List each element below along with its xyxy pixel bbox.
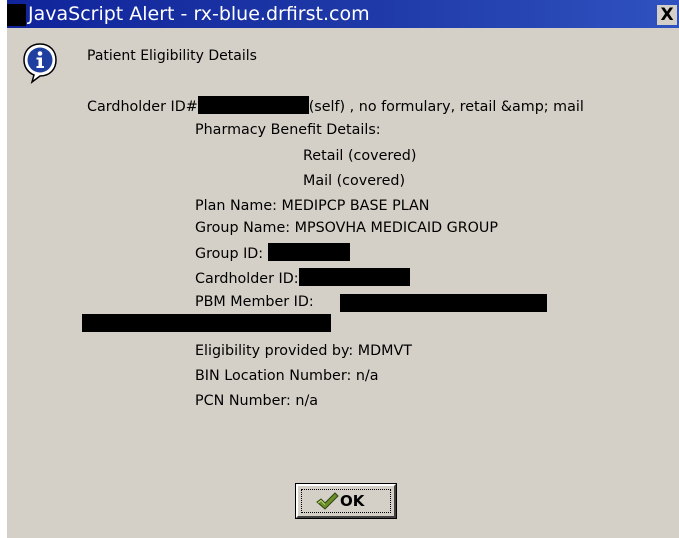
bin-location-number: BIN Location Number: n/a	[195, 368, 379, 384]
ok-button[interactable]: OK	[295, 483, 397, 519]
pharmacy-benefit-label: Pharmacy Benefit Details:	[195, 122, 381, 138]
pbm-member-id-label: PBM Member ID:	[195, 294, 314, 310]
benefit-retail: Retail (covered)	[303, 148, 417, 164]
plan-name: Plan Name: MEDIPCP BASE PLAN	[195, 198, 430, 214]
benefit-mail: Mail (covered)	[303, 173, 406, 189]
check-hand-icon	[316, 492, 339, 510]
group-name: Group Name: MPSOVHA MEDICAID GROUP	[195, 220, 498, 236]
pcn-number: PCN Number: n/a	[195, 393, 319, 409]
group-id-line: Group ID:	[195, 243, 350, 264]
group-id-label: Group ID:	[195, 246, 264, 262]
title-bar[interactable]: JavaScript Alert - rx-blue.drfirst.com X	[7, 0, 679, 28]
redacted-group-id	[267, 243, 350, 261]
pbm-member-id-line: PBM Member ID:	[195, 293, 314, 312]
window-menu-icon[interactable]	[7, 4, 26, 26]
info-icon	[23, 43, 57, 84]
redacted-cardholder-id	[197, 96, 309, 114]
cardholder-suffix: (self) , no formulary, retail &amp; mail	[308, 99, 584, 115]
redacted-pbm-member-id-continued	[82, 314, 331, 332]
cardholder-summary-line: Cardholder ID# (self) , no formulary, ret…	[87, 96, 584, 117]
ok-label: OK	[340, 492, 365, 510]
dialog-heading: Patient Eligibility Details	[87, 48, 257, 64]
window-title: JavaScript Alert - rx-blue.drfirst.com	[28, 3, 370, 25]
cardholder-prefix: Cardholder ID#	[87, 99, 198, 115]
redacted-pbm-member-id	[340, 294, 547, 312]
cardholder-id-label: Cardholder ID:	[195, 271, 299, 287]
alert-window: JavaScript Alert - rx-blue.drfirst.com X…	[7, 0, 679, 538]
redacted-cardholder-id-2	[298, 268, 410, 286]
eligibility-provided-by: Eligibility provided by: MDMVT	[195, 343, 412, 359]
close-button[interactable]: X	[657, 5, 677, 25]
cardholder-id-line: Cardholder ID:	[195, 268, 410, 289]
